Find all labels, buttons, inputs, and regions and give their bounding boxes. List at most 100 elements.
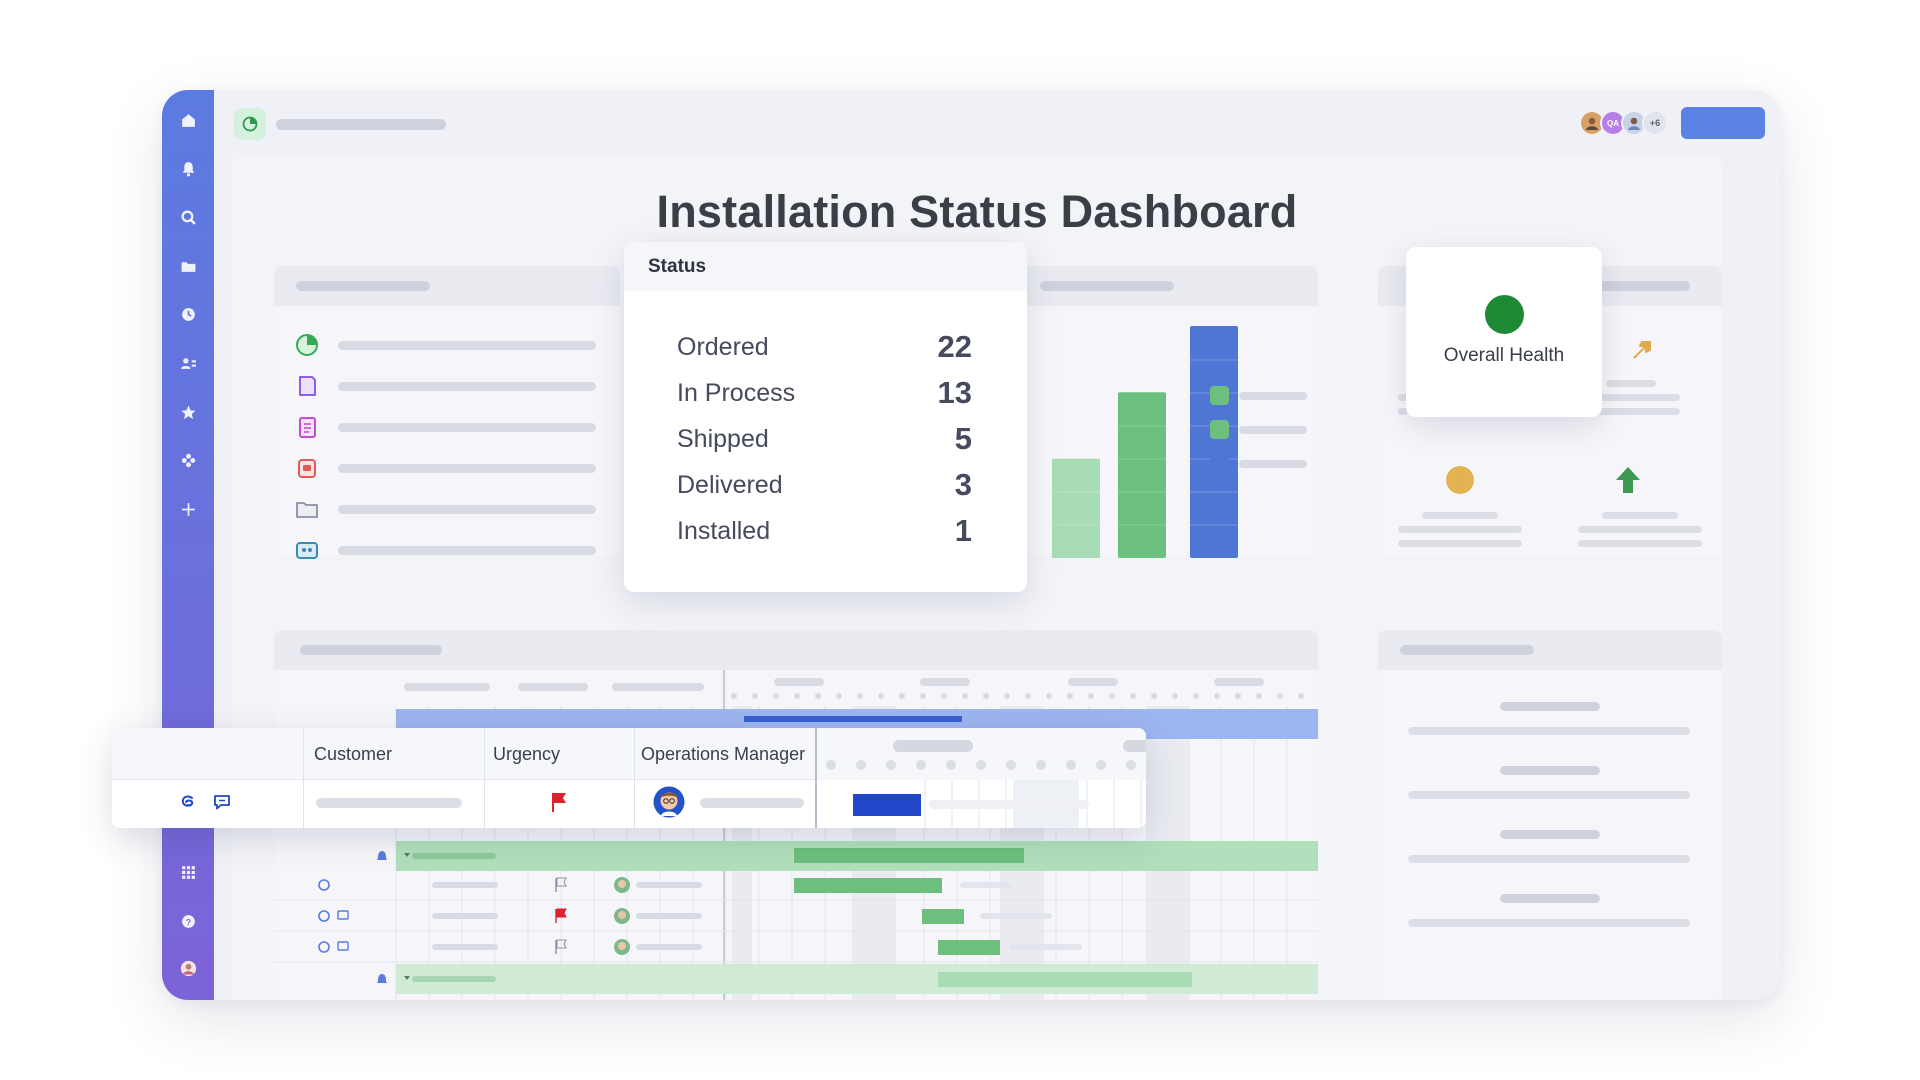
list-item[interactable] [294,373,596,399]
column-header-operations-manager[interactable]: Operations Manager [641,744,805,765]
gantt-day-dot [1046,693,1052,699]
overall-health-widget[interactable]: Overall Health [1406,247,1602,417]
comment-icon[interactable] [212,792,232,812]
table-column-actions [112,728,304,828]
avatar-face [618,911,626,919]
status-widget[interactable]: Status Ordered 22 In Process 13 Shipped … [624,242,1027,592]
legend-label-placeholder [1239,391,1307,400]
share-button[interactable] [1681,107,1765,139]
gantt-day-dot [1109,693,1115,699]
status-count: 1 [954,513,972,548]
team-icon[interactable] [178,353,198,373]
panel-title-placeholder [296,281,430,291]
note-title-placeholder [1500,830,1600,839]
collaborator-avatars[interactable]: QA +6 [1579,110,1668,136]
gantt-day-dot [1298,693,1304,699]
list-item[interactable] [294,414,596,440]
list-item-placeholder [338,545,596,555]
kpi-placeholder [1422,512,1498,519]
integrations-icon[interactable] [178,450,198,470]
gantt-day-dot [794,693,800,699]
gantt-day-dot [899,693,905,699]
list-item-placeholder [338,504,596,514]
gantt-day-dot [1004,693,1010,699]
gantt-day-dot [1126,760,1136,770]
gantt-mini-timeline [817,728,1146,828]
gantt-day-dot [1066,760,1076,770]
gantt-chart [274,670,1318,1000]
app-logo-icon[interactable] [234,108,266,140]
help-icon[interactable]: ? [178,911,198,931]
list-item-placeholder [338,340,596,350]
apps-grid-icon[interactable] [178,862,198,882]
operations-manager-avatar[interactable] [653,786,685,818]
column-header-urgency[interactable]: Urgency [493,744,560,765]
panel-title-placeholder [1594,281,1690,291]
gantt-day-dot [916,760,926,770]
folder-icon[interactable] [178,256,198,276]
gantt-day-dot [1067,693,1073,699]
column-header-customer[interactable]: Customer [314,744,392,765]
status-row-in-process: In Process 13 [677,373,972,413]
sidebar: ? [162,90,214,1000]
kpi-placeholder [1606,380,1656,387]
search-icon[interactable] [178,207,198,227]
gantt-header-placeholder [404,683,490,691]
customer-name-placeholder[interactable] [316,798,462,808]
gantt-task-bar [922,909,964,924]
list-item[interactable] [294,496,596,522]
gantt-day-dot [983,693,989,699]
user-avatar-icon[interactable] [178,958,198,978]
link-icon[interactable] [178,791,200,813]
kpi-placeholder [1398,526,1522,533]
gantt-day-dot [1193,693,1199,699]
status-count: 13 [937,375,972,410]
gantt-task-bar [938,972,1192,987]
manager-name-placeholder[interactable] [700,798,804,808]
status-label: In Process [677,378,796,407]
link-icon [318,910,330,922]
status-count: 3 [954,467,972,502]
note-text-placeholder [1408,855,1690,863]
gantt-day-dot [1256,693,1262,699]
project-title-placeholder [276,119,446,130]
home-icon[interactable] [178,110,198,130]
folder-icon [296,502,318,518]
bell-icon [377,851,387,860]
gantt-day-dot [946,760,956,770]
list-item[interactable] [294,455,596,481]
status-row-delivered: Delivered 3 [677,465,972,505]
gantt-day-dot [731,693,737,699]
gantt-header-placeholder [612,683,704,691]
dashboard-icon [296,334,318,356]
urgency-flag-icon[interactable] [548,790,570,814]
chart-legend [1210,386,1307,473]
gantt-day-dot [1006,760,1016,770]
gantt-task-label-placeholder [960,882,1012,888]
status-label: Delivered [677,470,783,499]
clock-icon[interactable] [178,304,198,324]
plus-icon[interactable] [178,499,198,519]
note-title-placeholder [1500,894,1600,903]
more-avatars-badge[interactable]: +6 [1642,110,1668,136]
list-item[interactable] [294,537,596,563]
kpi-placeholder [1398,540,1522,547]
gantt-header-placeholder [518,683,588,691]
gantt-day-dot [886,760,896,770]
gantt-day-dot [773,693,779,699]
bell-icon [377,974,387,983]
bell-icon[interactable] [178,158,198,178]
at-risk-status-dot [1446,466,1474,494]
gantt-task-label-placeholder [980,913,1052,919]
note-text-placeholder [1408,791,1690,799]
manager-name-placeholder [636,882,702,888]
up-arrow-icon [1616,467,1640,493]
star-icon[interactable] [178,402,198,422]
panel-title-placeholder [300,645,442,655]
gantt-group-label-placeholder [412,976,496,982]
gantt-day-dot [815,693,821,699]
list-item[interactable] [294,332,596,358]
list-item-placeholder [338,381,596,391]
project-table-overlay[interactable]: Customer Urgency Operations Manager [112,728,1146,828]
gantt-timeline-header [1068,678,1118,686]
